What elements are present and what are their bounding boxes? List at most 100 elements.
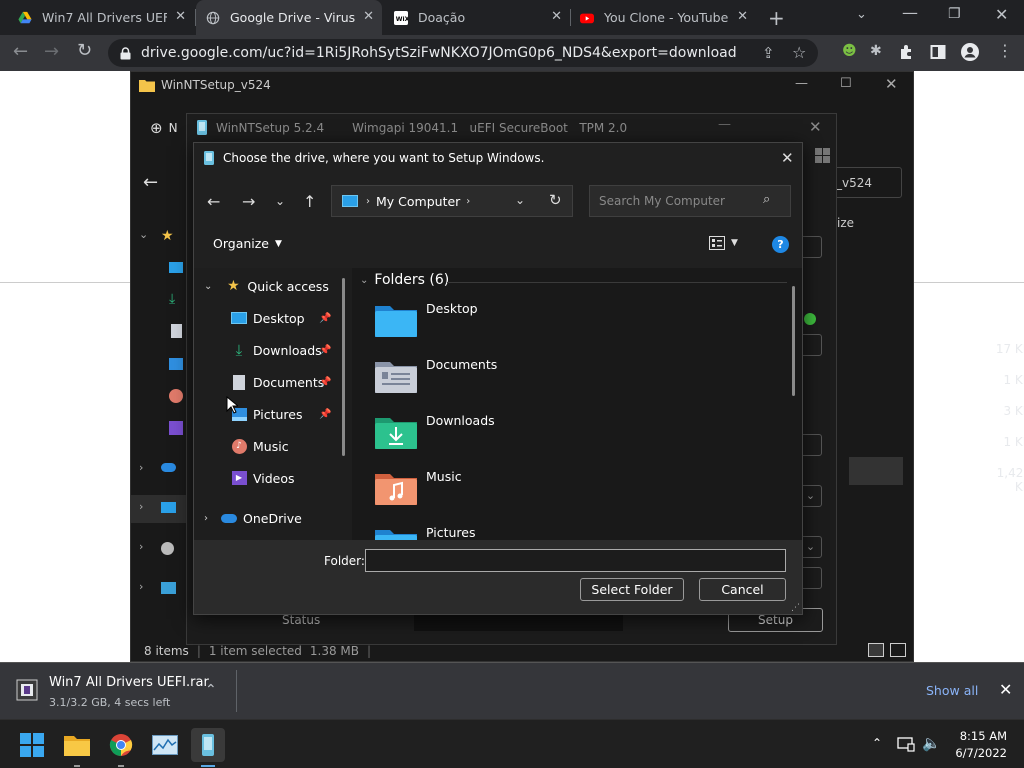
side-panel-icon[interactable] [930,44,946,60]
close-download-shelf-icon[interactable]: ✕ [999,680,1012,699]
close-tab-icon[interactable]: ✕ [175,9,186,24]
selected-file-highlight[interactable] [849,457,903,485]
nav-videos[interactable]: ▶ Videos [230,466,295,490]
forward-icon[interactable]: → [44,41,59,62]
nav-forward-icon[interactable]: → [242,192,255,211]
refresh-icon[interactable]: ↻ [549,191,562,209]
expand-chevron-icon[interactable]: › [139,461,143,474]
item-count: 8 items [144,644,189,658]
menu-kebab-icon[interactable]: ⋮ [997,41,1013,60]
start-button[interactable] [15,728,49,762]
explorer-back-icon[interactable]: ← [143,172,158,193]
extension-tool-icon[interactable]: ✱ [870,43,882,59]
reload-icon[interactable]: ↻ [77,40,92,61]
nav-quick-access[interactable]: ⌄ ★ Quick access [204,274,329,298]
size-column-header[interactable]: ize [837,216,854,230]
show-all-link[interactable]: Show all [926,683,978,698]
breadcrumb-my-computer[interactable]: My Computer [376,194,460,209]
collapse-chevron-icon[interactable]: ⌄ [360,275,368,286]
change-view-menu[interactable]: ▼ [709,236,738,250]
resource-monitor-taskbar[interactable] [148,728,182,762]
expand-chevron-icon[interactable]: ⌄ [204,281,212,292]
tab-drive-file[interactable]: Win7 All Drivers UEFI.ra ✕ [8,0,194,35]
explorer-maximize-icon[interactable]: ☐ [840,76,852,91]
content-scrollbar[interactable] [792,286,795,396]
tab-drive-virus-scan[interactable]: Google Drive - Virus sc ✕ [196,0,382,35]
network-icon[interactable] [897,737,915,752]
dialog-close-icon[interactable]: ✕ [781,149,794,167]
nav-label: Pictures [253,406,303,422]
folders-group-header[interactable]: ⌄ Folders (6) [360,272,449,288]
extensions-puzzle-icon[interactable] [898,44,914,60]
minimize-icon[interactable]: — [902,3,918,22]
file-explorer-taskbar[interactable] [60,728,94,767]
select-folder-button[interactable]: Select Folder [580,578,684,601]
close-tab-icon[interactable]: ✕ [551,9,562,24]
bookmark-star-icon[interactable]: ☆ [792,43,806,62]
share-icon[interactable]: ⇪ [762,44,775,62]
youtube-icon [580,13,594,23]
clock[interactable]: 8:15 AM 6/7/2022 [955,729,1007,760]
tab-search-icon[interactable]: ⌄ [856,7,867,22]
close-tab-icon[interactable]: ✕ [363,9,374,24]
breadcrumb-bar[interactable]: › My Computer › ⌄ ↻ [331,185,573,217]
nav-downloads[interactable]: ⤓ Downloads 📌 [230,338,350,362]
expand-chevron-icon[interactable]: › [204,513,208,524]
folder-music[interactable]: Music [374,468,462,506]
help-icon[interactable]: ? [772,236,789,253]
folder-desktop[interactable]: Desktop [374,300,478,338]
close-window-icon[interactable]: ✕ [995,5,1008,24]
folder-input[interactable] [365,549,786,572]
volume-icon[interactable]: 🔈 [922,734,941,752]
details-view-icon[interactable] [868,643,884,657]
download-options-chevron-icon[interactable]: ⌃ [205,682,217,698]
cancel-button[interactable]: Cancel [699,578,786,601]
selected-size: 1.38 MB [309,644,360,658]
new-button[interactable]: ⊕ N [150,119,178,137]
explorer-close-icon[interactable]: ✕ [885,75,898,93]
back-icon[interactable]: ← [13,41,28,62]
resize-grip-icon[interactable]: ⋰ [791,603,800,613]
extension-face-icon[interactable]: ☻ [842,43,857,59]
folder-documents[interactable]: Documents [374,356,497,394]
expand-chevron-icon[interactable]: › [139,540,143,553]
address-bar[interactable]: drive.google.com/uc?id=1Ri5JRohSytSziFwN… [108,39,818,67]
nav-documents[interactable]: Documents 📌 [230,370,350,394]
windows-logo-icon [815,148,830,163]
close-tab-icon[interactable]: ✕ [737,9,748,24]
winntsetup-taskbar[interactable] [191,728,225,767]
nav-onedrive[interactable]: › OneDrive [204,506,302,530]
folder-pictures[interactable]: Pictures [374,524,476,540]
nav-pictures[interactable]: Pictures 📌 [230,402,350,426]
folder-downloads[interactable]: Downloads [374,412,495,450]
profile-avatar-icon[interactable] [961,43,979,61]
chrome-taskbar[interactable] [104,728,138,767]
winntsetup-minimize-icon[interactable]: — [718,117,731,132]
nav-scrollbar[interactable] [342,278,345,456]
group-divider [447,282,787,283]
winntsetup-titlebar: WinNTSetup 5.2.4 Wimgapi 19041.1 uEFI Se… [196,120,627,135]
download-filename[interactable]: Win7 All Drivers UEFI.rar [49,675,209,690]
nav-music[interactable]: ♪ Music [230,434,289,458]
network-icon [161,582,176,594]
recent-locations-icon[interactable]: ⌄ [275,194,285,208]
breadcrumb-dropdown-icon[interactable]: ⌄ [515,193,525,207]
winntsetup-close-icon[interactable]: ✕ [809,118,822,136]
nav-up-icon[interactable]: ↑ [303,192,316,211]
tab-youtube[interactable]: You Clone - YouTube ✕ [570,0,756,35]
expand-chevron-icon[interactable]: › [139,580,143,593]
tiles-view-icon[interactable] [890,643,906,657]
organize-menu[interactable]: Organize ▼ [213,236,282,251]
show-hidden-icons-chevron-icon[interactable]: ⌃ [872,736,882,750]
explorer-minimize-icon[interactable]: — [795,76,808,91]
explorer-search-input[interactable]: _v524 [827,167,902,198]
tab-doacao[interactable]: WiX Doação ✕ [384,0,570,35]
navigation-pane: ⌄ ★ Quick access Desktop 📌 ⤓ Downloads 📌… [194,268,352,540]
nav-desktop[interactable]: Desktop 📌 [230,306,350,330]
expand-chevron-icon[interactable]: ⌄ [139,228,148,241]
nav-back-icon[interactable]: ← [207,192,220,211]
new-tab-button[interactable]: + [768,6,785,30]
file-size: 17 KB [995,342,1024,356]
restore-icon[interactable]: ❐ [948,6,961,22]
dialog-search-input[interactable]: Search My Computer ⌕ [589,185,791,217]
